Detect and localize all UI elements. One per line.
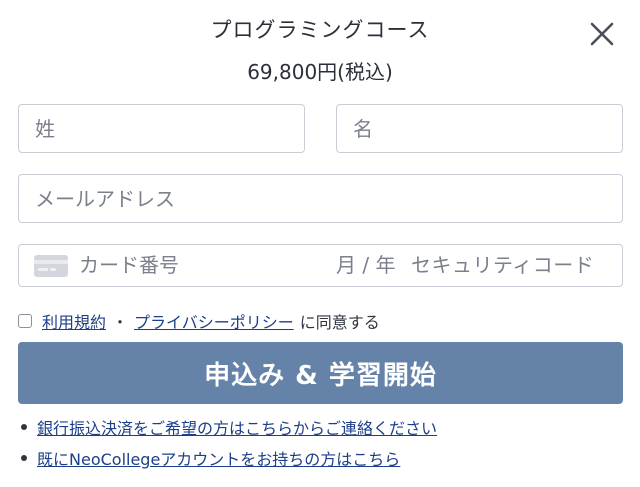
course-price: 69,800円(税込) <box>247 60 393 84</box>
apply-and-start-button[interactable]: 申込み & 学習開始 <box>18 342 623 404</box>
close-icon <box>590 22 614 46</box>
bank-transfer-link[interactable]: 銀行振込決済をご希望の方はこちらからご連絡ください <box>37 415 437 439</box>
list-item: 銀行振込決済をご希望の方はこちらからご連絡ください <box>18 414 437 440</box>
first-name-input[interactable] <box>353 105 622 152</box>
agreement-separator: ・ <box>112 313 129 332</box>
agreement-row: 利用規約 ・ プライバシーポリシー に同意する <box>18 309 380 333</box>
bullet-icon <box>21 424 27 430</box>
last-name-input[interactable] <box>35 105 304 152</box>
help-links-list: 銀行振込決済をご希望の方はこちらからご連絡ください 既にNeoCollegeアカ… <box>18 414 437 476</box>
agree-checkbox[interactable] <box>18 314 32 328</box>
last-name-field[interactable] <box>18 104 305 153</box>
existing-account-link[interactable]: 既にNeoCollegeアカウントをお持ちの方はこちら <box>37 446 400 470</box>
terms-link[interactable]: 利用規約 <box>42 309 106 333</box>
card-cvc-input[interactable]: セキュリティコード <box>411 245 594 286</box>
bullet-icon <box>21 455 27 461</box>
list-item: 既にNeoCollegeアカウントをお持ちの方はこちら <box>18 445 437 471</box>
first-name-field[interactable] <box>336 104 623 153</box>
privacy-policy-link[interactable]: プライバシーポリシー <box>134 309 294 333</box>
card-input-row[interactable]: カード番号 月 / 年 セキュリティコード <box>18 244 623 287</box>
course-title: プログラミングコース <box>210 18 430 42</box>
credit-card-icon <box>34 255 68 277</box>
agreement-suffix: に同意する <box>299 313 380 332</box>
card-expiry-input[interactable]: 月 / 年 <box>336 245 395 286</box>
email-field[interactable] <box>18 174 623 223</box>
close-button[interactable] <box>586 18 618 50</box>
card-number-input[interactable]: カード番号 <box>79 245 179 286</box>
email-input[interactable] <box>35 175 622 222</box>
